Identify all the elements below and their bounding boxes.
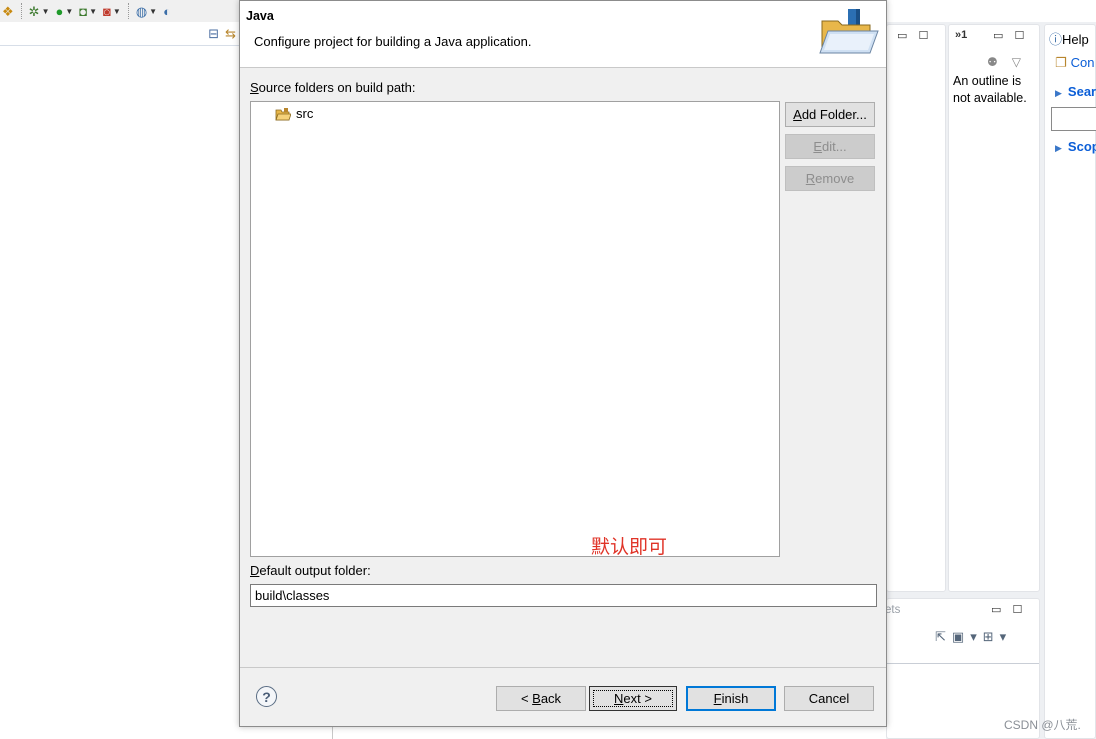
- chevron-down-icon[interactable]: ▼: [42, 7, 50, 16]
- new-snippet-icon[interactable]: ⊞▾: [983, 629, 1012, 644]
- tree-item-src[interactable]: src: [275, 106, 313, 121]
- source-folders-tree[interactable]: src 默认即可: [250, 101, 780, 558]
- help-search-input[interactable]: [1051, 107, 1096, 131]
- tree-item-label: src: [296, 106, 314, 121]
- help-icon: ⓘ: [1049, 32, 1063, 47]
- bottom-view-tab[interactable]: ets: [885, 604, 900, 616]
- cancel-button[interactable]: Cancel: [784, 686, 874, 711]
- annotation-note: 默认即可: [591, 537, 668, 558]
- expand-triangle-icon: ▶: [1055, 88, 1062, 98]
- outline-tab[interactable]: »1: [955, 29, 967, 41]
- view-menu-icon[interactable]: ▽: [1012, 55, 1035, 69]
- minimize-maximize-icons[interactable]: ▭ ☐: [897, 29, 932, 42]
- help-contents-link[interactable]: ❐ Con: [1055, 55, 1095, 71]
- chevron-down-icon[interactable]: ▼: [89, 7, 97, 16]
- source-folders-label: Source folders on build path:: [250, 80, 416, 95]
- toolbar-separator: [127, 3, 129, 19]
- main-toolbar: ❖ ✲ ▼ ● ▼ ◘ ▼ ◙ ▼ ◍ ▼ ◐: [0, 0, 240, 22]
- help-icon[interactable]: ?: [256, 686, 277, 707]
- bottom-view-toolbar: ⇱▣▾⊞▾: [935, 629, 1012, 645]
- view-pane-left: ▭ ☐: [886, 24, 946, 592]
- help-search-link[interactable]: ▶Searc: [1055, 84, 1096, 99]
- footer-divider: [240, 667, 886, 668]
- help-scope-link[interactable]: ▶ Scop: [1055, 139, 1096, 154]
- watermark: CSDN @八荒.: [1004, 718, 1081, 732]
- outline-toolbar: ⚉▽: [987, 55, 1035, 69]
- add-folder-button[interactable]: Add Folder...: [785, 102, 875, 127]
- new-web-icon[interactable]: ◍ ▼: [134, 2, 159, 20]
- remove-button[interactable]: Remove: [785, 166, 875, 191]
- divider: [887, 663, 1039, 664]
- minimize-maximize-icons[interactable]: ▭ ☐: [993, 29, 1028, 42]
- outline-message: An outline is not available.: [953, 74, 1027, 105]
- project-explorer-pane: [0, 46, 240, 739]
- debug-icon[interactable]: ❖: [0, 2, 16, 20]
- wizard-page-description: Configure project for building a Java ap…: [254, 34, 532, 49]
- hide-fields-icon[interactable]: ⚉: [987, 55, 1012, 69]
- edit-button[interactable]: Edit...: [785, 134, 875, 159]
- export-icon[interactable]: ⇱: [935, 629, 952, 644]
- next-button[interactable]: Next >: [589, 686, 677, 711]
- run-coverage-icon[interactable]: ◘ ▼: [77, 2, 99, 20]
- chevron-down-icon[interactable]: ▼: [149, 7, 157, 16]
- toolbar-separator: [20, 3, 22, 19]
- finish-button[interactable]: Finish: [686, 686, 776, 711]
- output-folder-input[interactable]: [250, 584, 877, 607]
- run-icon[interactable]: ● ▼: [53, 2, 75, 20]
- back-button[interactable]: < Back: [496, 686, 586, 711]
- collapse-all-icon[interactable]: ⊟: [208, 26, 219, 42]
- chevron-down-icon[interactable]: ▼: [113, 7, 121, 16]
- globe-icon[interactable]: ◐: [161, 2, 173, 20]
- package-folder-icon: [275, 107, 291, 120]
- output-folder-label: Default output folder:: [250, 563, 371, 578]
- help-view-title[interactable]: ⓘHelp: [1049, 29, 1089, 48]
- link-with-editor-icon[interactable]: ⇆: [225, 26, 236, 42]
- explorer-view-toolbar: ⊟ ⇆: [0, 24, 240, 46]
- outline-view: »1 ▭ ☐ ⚉▽ An outline is not available.: [948, 24, 1040, 592]
- expand-triangle-icon: ▶: [1055, 143, 1062, 153]
- contents-icon: ❐: [1055, 55, 1067, 70]
- folder-banner-icon: [819, 9, 879, 54]
- bug-icon[interactable]: ✲ ▼: [27, 2, 52, 20]
- external-tools-icon[interactable]: ◙ ▼: [101, 2, 123, 20]
- wizard-page-title: Java: [246, 9, 274, 23]
- help-view: ⓘHelp ❐Con ▶Searc ▶Scop: [1044, 24, 1096, 739]
- console-icon[interactable]: ▣▾: [952, 629, 983, 644]
- minimize-maximize-icons[interactable]: ▭ ☐: [991, 603, 1026, 616]
- new-project-wizard-dialog: Java Configure project for building a Ja…: [239, 0, 887, 727]
- wizard-header: Java Configure project for building a Ja…: [240, 1, 886, 68]
- chevron-down-icon[interactable]: ▼: [65, 7, 73, 16]
